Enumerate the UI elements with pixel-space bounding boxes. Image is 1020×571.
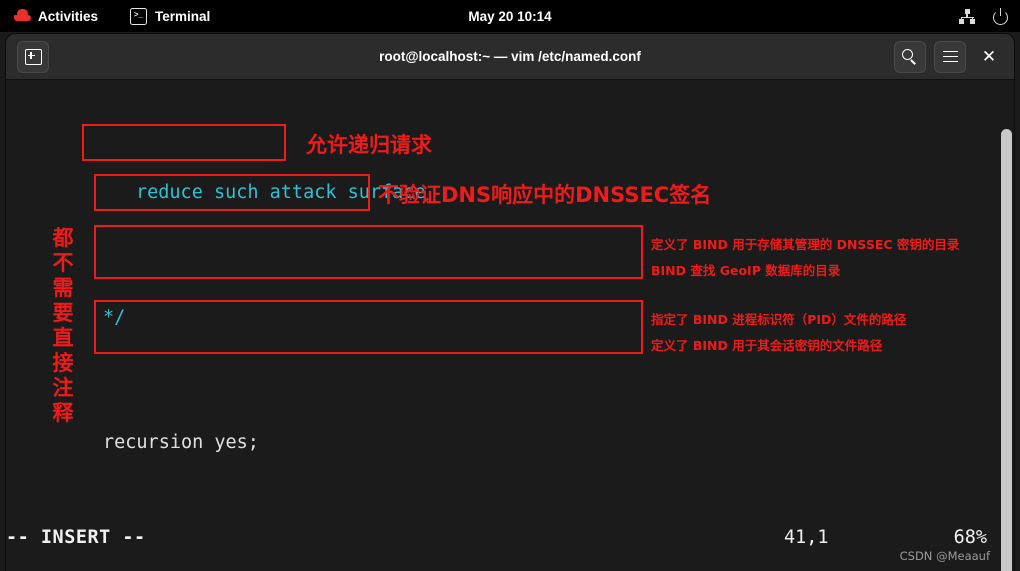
activities-button[interactable]: Activities [14, 9, 98, 24]
close-button[interactable]: ✕ [974, 42, 1004, 72]
scrollbar-thumb[interactable] [1001, 129, 1012, 571]
new-tab-button[interactable] [17, 40, 49, 73]
annotation-recursion: 允许递归请求 [306, 133, 432, 157]
annotation-geoip: BIND 查找 GeoIP 数据库的目录 [651, 263, 841, 278]
terminal-scrollbar[interactable] [1001, 127, 1012, 571]
redhat-logo-icon [14, 9, 31, 23]
annotation-dnssec: 不验证DNS响应中的DNSSEC签名 [378, 183, 712, 207]
window-controls: ✕ [894, 34, 1004, 79]
annotation-pid-file: 指定了 BIND 进程标识符（PID）文件的路径 [651, 312, 907, 327]
activities-label: Activities [38, 8, 99, 24]
code-line: reduce such attack surface [6, 155, 1014, 203]
annotation-session-keyfile: 定义了 BIND 用于其会话密钥的文件路径 [651, 338, 883, 353]
app-menu-label: Terminal [155, 8, 211, 24]
search-icon [902, 48, 918, 65]
window-title-bar: root@localhost:~ — vim /etc/named.conf ✕ [6, 34, 1014, 80]
cursor-position: 41,1 [784, 527, 829, 548]
menu-button[interactable] [934, 40, 966, 73]
terminal-window: root@localhost:~ — vim /etc/named.conf ✕ [6, 34, 1014, 571]
scroll-percent: 68% [953, 527, 987, 548]
new-tab-icon [24, 48, 42, 65]
annotation-managed-keys: 定义了 BIND 用于存储其管理的 DNSSEC 密钥的目录 [651, 237, 960, 252]
code-text-recursion: recursion yes; [103, 432, 259, 453]
code-line: */ [6, 280, 1014, 328]
hamburger-menu-icon [942, 50, 958, 63]
close-icon: ✕ [981, 47, 997, 66]
search-button[interactable] [894, 40, 926, 73]
power-icon[interactable] [993, 7, 1008, 25]
network-sitemap-icon[interactable] [959, 8, 975, 24]
system-status-area[interactable] [959, 0, 1008, 32]
vim-mode-indicator: -- INSERT -- [6, 527, 146, 548]
terminal-icon: >_ [130, 7, 148, 25]
code-text-comment-end: */ [103, 307, 126, 328]
window-title: root@localhost:~ — vim /etc/named.conf [379, 49, 641, 64]
vim-status-line: -- INSERT -- 41,1 68% CSDN @Meaauf [6, 527, 1014, 571]
gnome-top-bar: Activities >_ Terminal May 20 10:14 [0, 0, 1020, 32]
app-menu-terminal[interactable]: >_ Terminal [130, 7, 211, 25]
annotation-vertical-note: 都不需要直接注释 [52, 226, 74, 425]
top-bar-left-group: Activities >_ Terminal [0, 7, 211, 25]
clock-label[interactable]: May 20 10:14 [468, 9, 551, 24]
code-line: recursion yes; [6, 405, 1014, 453]
watermark-label: CSDN @Meaauf [899, 549, 990, 563]
desktop-screen: Activities >_ Terminal May 20 10:14 root… [0, 0, 1020, 571]
terminal-content[interactable]: reduce such attack surface */ recursion … [6, 80, 1014, 571]
